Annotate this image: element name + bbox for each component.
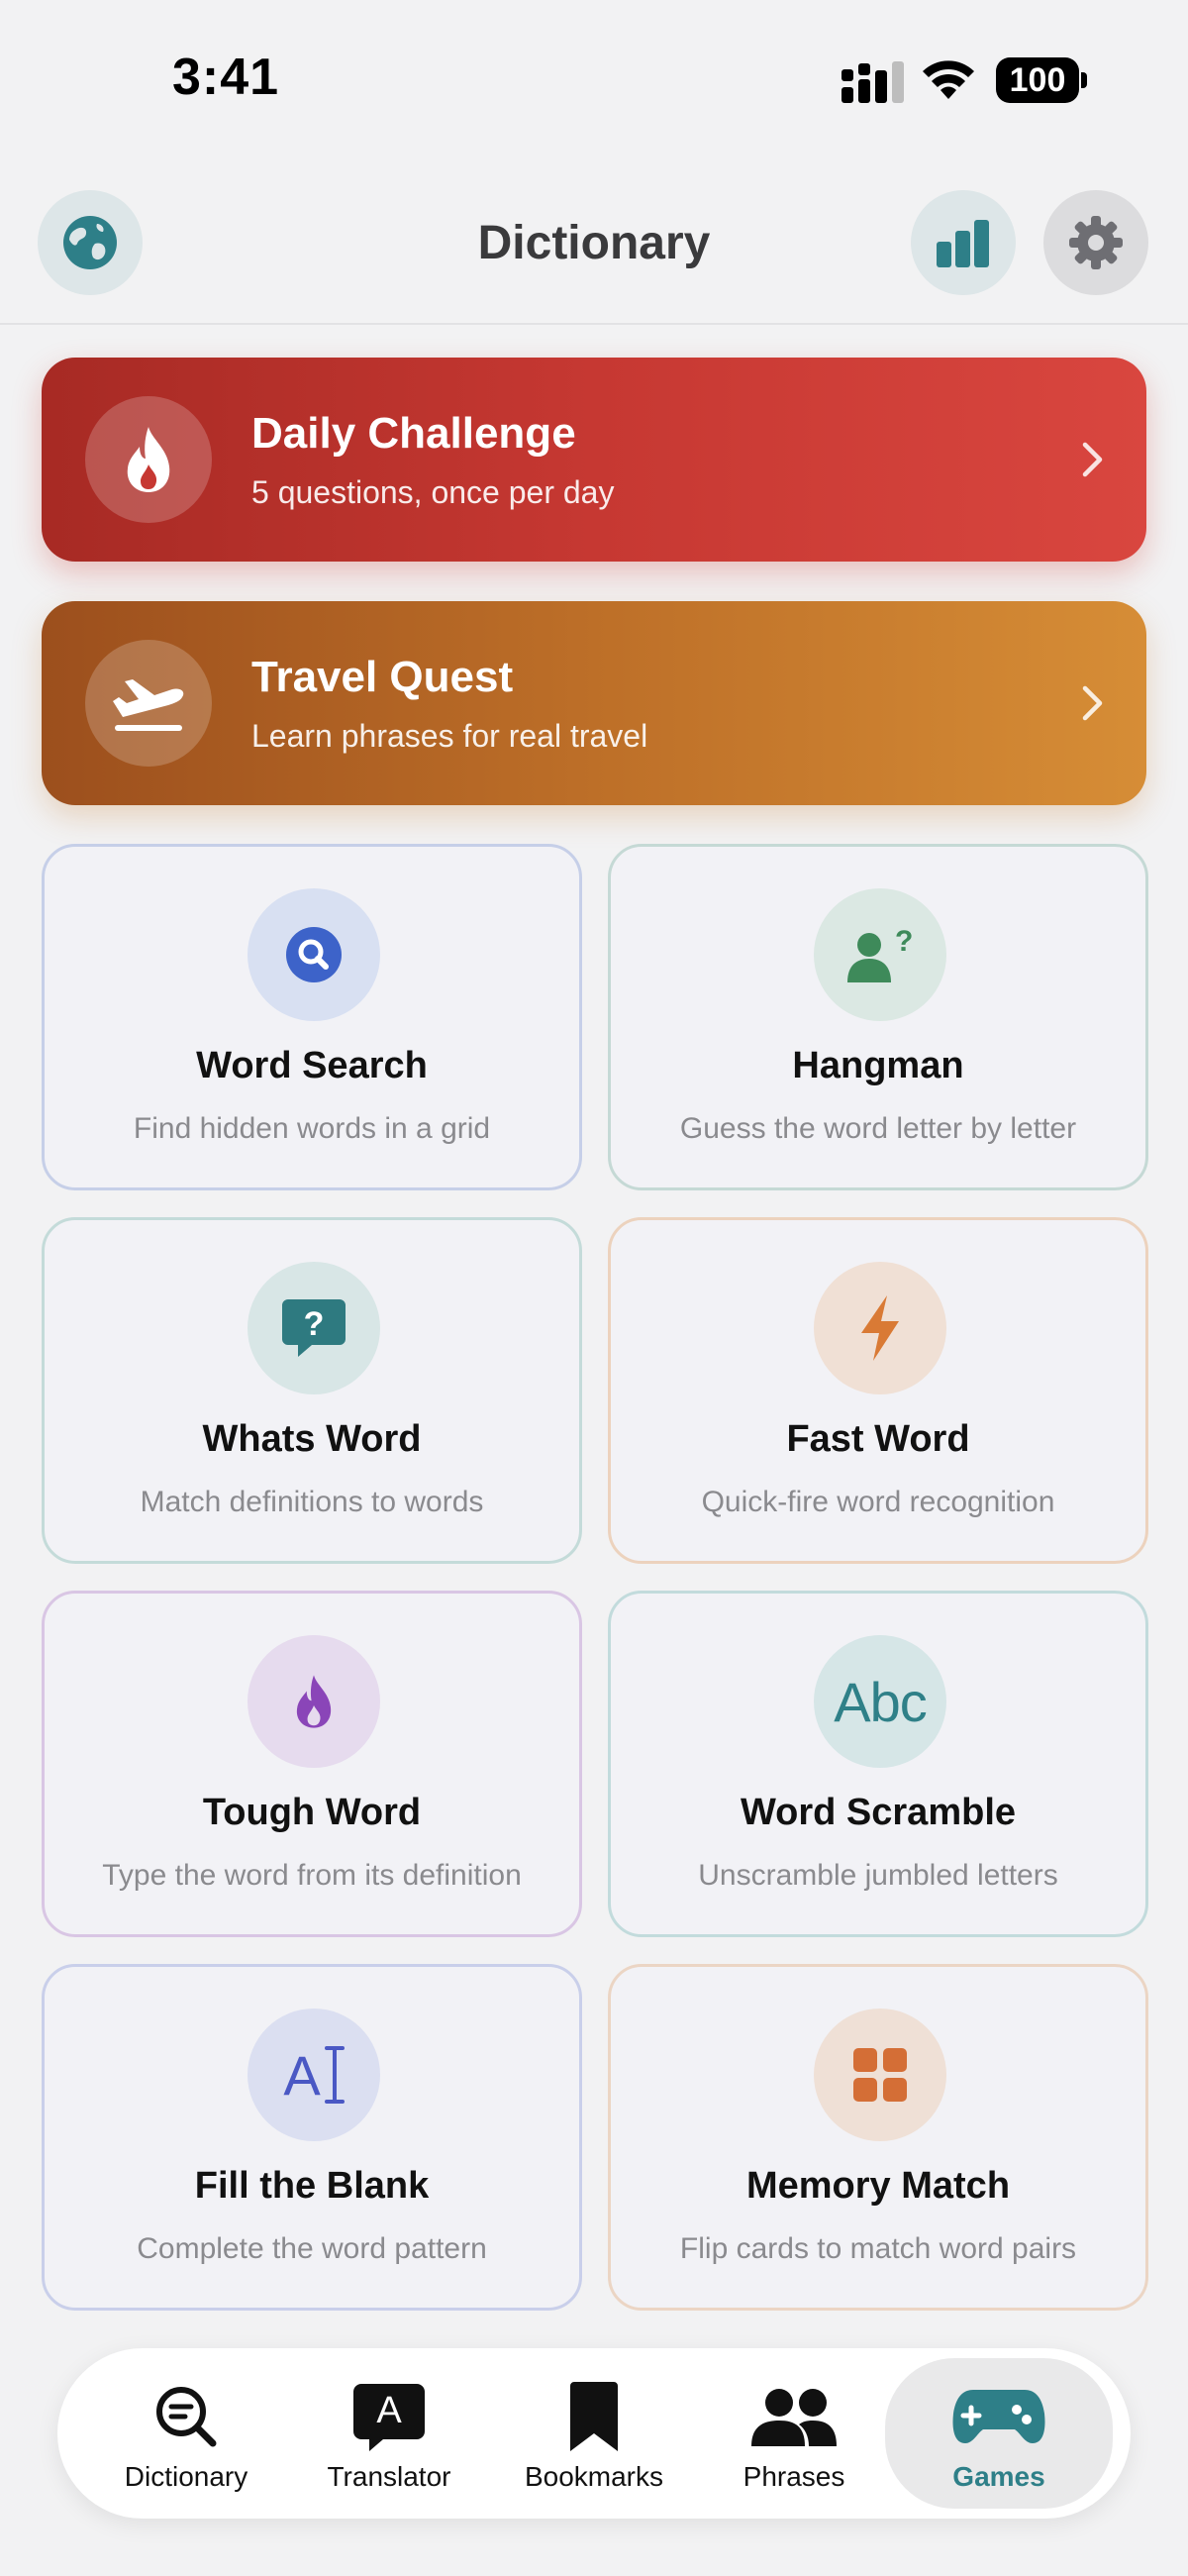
card-title: Fill the Blank <box>194 2165 430 2207</box>
text-cursor-letter: A <box>283 2043 321 2107</box>
chevron-right-icon <box>1082 685 1103 721</box>
wifi-icon <box>923 60 974 99</box>
nav-header: Dictionary <box>0 149 1188 325</box>
banner-title: Travel Quest <box>251 653 514 701</box>
game-card-hangman[interactable]: ? Hangman Guess the word letter by lette… <box>608 844 1148 1190</box>
abc-icon: Abc <box>814 1635 946 1768</box>
tab-games[interactable]: Games <box>885 2358 1113 2509</box>
card-subtitle: Unscramble jumbled letters <box>698 1859 1058 1892</box>
translate-bubble-icon: A <box>290 2382 488 2451</box>
tab-label: Translator <box>327 2461 451 2492</box>
banner-title: Daily Challenge <box>251 409 576 458</box>
settings-button[interactable] <box>1043 190 1148 295</box>
speech-question-icon: ? <box>248 1262 380 1394</box>
banner-subtitle: 5 questions, once per day <box>251 474 615 510</box>
gear-icon <box>1069 216 1123 269</box>
card-subtitle: Flip cards to match word pairs <box>679 2232 1077 2265</box>
banner-subtitle: Learn phrases for real travel <box>251 718 648 754</box>
bar-chart-icon <box>937 220 989 267</box>
tab-translator[interactable]: A Translator <box>290 2348 488 2519</box>
battery-level: 100 <box>996 57 1079 103</box>
chevron-right-icon <box>1082 442 1103 477</box>
daily-challenge-banner[interactable]: Daily Challenge 5 questions, once per da… <box>42 358 1146 562</box>
magnifier-icon <box>248 888 380 1021</box>
card-subtitle: Find hidden words in a grid <box>133 1112 491 1145</box>
people-icon <box>695 2382 893 2451</box>
card-subtitle: Type the word from its definition <box>102 1859 522 1892</box>
game-card-fill-the-blank[interactable]: A Fill the Blank Complete the word patte… <box>42 1964 582 2311</box>
flame-icon <box>248 1635 380 1768</box>
gamepad-icon <box>885 2382 1113 2451</box>
airplane-departure-icon <box>85 640 212 767</box>
tab-bookmarks[interactable]: Bookmarks <box>495 2348 693 2519</box>
flame-icon <box>85 396 212 523</box>
grid-cards-icon <box>814 2009 946 2141</box>
svg-text:?: ? <box>895 925 913 958</box>
translate-letter: A <box>376 2390 402 2431</box>
card-title: Whats Word <box>202 1418 422 1460</box>
text-cursor-icon: A <box>248 2009 380 2141</box>
cellular-signal-icon <box>842 61 904 103</box>
card-subtitle: Complete the word pattern <box>137 2232 487 2265</box>
status-time: 3:41 <box>172 49 280 106</box>
game-card-tough-word[interactable]: Tough Word Type the word from its defini… <box>42 1591 582 1937</box>
game-card-memory-match[interactable]: Memory Match Flip cards to match word pa… <box>608 1964 1148 2311</box>
person-question-icon: ? <box>814 888 946 1021</box>
card-title: Memory Match <box>745 2165 1011 2207</box>
card-title: Word Search <box>196 1045 428 1086</box>
card-title: Tough Word <box>202 1792 422 1833</box>
game-card-word-scramble[interactable]: Abc Word Scramble Unscramble jumbled let… <box>608 1591 1148 1937</box>
travel-quest-banner[interactable]: Travel Quest Learn phrases for real trav… <box>42 601 1146 805</box>
bolt-icon <box>814 1262 946 1394</box>
search-text-icon <box>87 2382 285 2451</box>
svg-text:?: ? <box>304 1305 325 1343</box>
game-card-fast-word[interactable]: Fast Word Quick-fire word recognition <box>608 1217 1148 1564</box>
battery-icon: 100 <box>996 57 1087 103</box>
tab-label: Bookmarks <box>524 2461 664 2492</box>
tab-dictionary[interactable]: Dictionary <box>87 2348 285 2519</box>
card-title: Fast Word <box>786 1418 970 1460</box>
abc-icon-text: Abc <box>834 1670 927 1733</box>
tab-label: Dictionary <box>124 2461 248 2492</box>
card-title: Hangman <box>792 1045 964 1086</box>
card-title: Word Scramble <box>740 1792 1017 1833</box>
tab-label: Games <box>952 2461 1045 2492</box>
bookmark-icon <box>495 2382 693 2451</box>
tab-label: Phrases <box>742 2461 845 2492</box>
card-subtitle: Guess the word letter by letter <box>679 1112 1077 1145</box>
status-bar: 3:41 100 <box>0 0 1188 149</box>
game-card-whats-word[interactable]: ? Whats Word Match definitions to words <box>42 1217 582 1564</box>
card-subtitle: Quick-fire word recognition <box>701 1486 1055 1518</box>
stats-button[interactable] <box>911 190 1016 295</box>
card-subtitle: Match definitions to words <box>140 1486 484 1518</box>
tab-bar: Dictionary A Translator Bookmarks Phrase… <box>57 2348 1131 2519</box>
tab-phrases[interactable]: Phrases <box>695 2348 893 2519</box>
game-card-word-search[interactable]: Word Search Find hidden words in a grid <box>42 844 582 1190</box>
